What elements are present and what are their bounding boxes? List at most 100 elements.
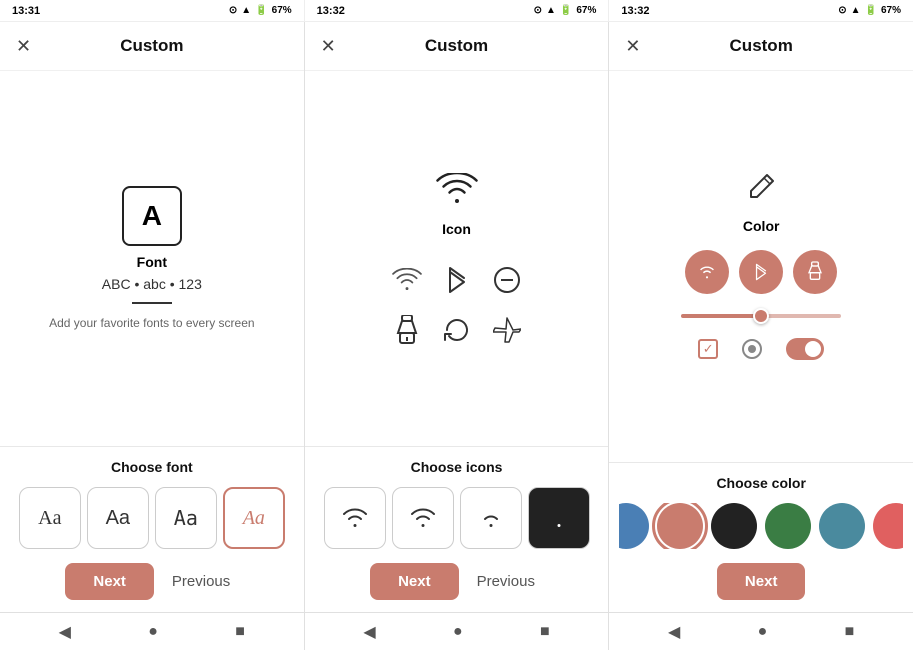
wifi-icon-3: ▲ xyxy=(851,5,861,16)
color-circle-wifi xyxy=(685,250,729,294)
color-controls-row: ✓ xyxy=(698,338,824,360)
radio-inner xyxy=(748,345,756,353)
prev-button-icon[interactable]: Previous xyxy=(469,563,543,600)
pencil-icon xyxy=(747,173,775,208)
color-section-label: Color xyxy=(743,218,780,234)
recent-button-2[interactable]: ■ xyxy=(540,623,550,641)
icon-preview-section: Icon xyxy=(392,173,522,345)
panel-font: ✕ Custom A Font ABC • abc • 123 Add your… xyxy=(0,22,305,612)
icon-option-2[interactable] xyxy=(460,487,522,549)
font-option-0[interactable]: Aa xyxy=(19,487,81,549)
next-button-icon[interactable]: Next xyxy=(370,563,459,600)
panel-font-main: A Font ABC • abc • 123 Add your favorite… xyxy=(0,71,304,446)
font-options-row: Aa Aa Aa Aa xyxy=(10,487,294,549)
grid-wifi-small xyxy=(392,265,422,295)
icon-options-row xyxy=(315,487,599,549)
close-button-font[interactable]: ✕ xyxy=(16,36,31,57)
panel-color: ✕ Custom Color xyxy=(609,22,913,612)
nav-section-1: ◀ ● ■ xyxy=(0,613,305,650)
color-option-teal[interactable] xyxy=(819,503,865,549)
checkbox-control[interactable]: ✓ xyxy=(698,339,718,359)
font-icon: A xyxy=(122,186,182,246)
battery-percent-2: 67% xyxy=(576,5,596,16)
panel-color-title: Custom xyxy=(730,36,793,56)
toggle-thumb xyxy=(805,341,821,357)
icon-grid xyxy=(392,265,522,345)
choose-font-label: Choose font xyxy=(10,459,294,475)
panel-font-title: Custom xyxy=(120,36,183,56)
back-button-2[interactable]: ◀ xyxy=(363,622,375,642)
battery-icon-1: 🔋 xyxy=(255,5,267,16)
font-sample-text: ABC • abc • 123 xyxy=(102,276,202,292)
font-icon-letter: A xyxy=(142,200,162,232)
status-bar-1: 13:31 ⊙ ▲ 🔋 67% xyxy=(0,0,305,21)
status-bar-3: 13:32 ⊙ ▲ 🔋 67% xyxy=(609,0,913,21)
color-circles-row xyxy=(685,250,837,294)
slider-track xyxy=(681,314,841,318)
panel-icon-header: ✕ Custom xyxy=(305,22,609,71)
panel-icon: ✕ Custom Icon xyxy=(305,22,610,612)
status-icons-2: ⊙ ▲ 🔋 67% xyxy=(534,5,597,16)
home-button-3[interactable]: ● xyxy=(758,623,768,641)
icon-option-3[interactable] xyxy=(528,487,590,549)
slider-thumb xyxy=(753,308,769,324)
close-button-color[interactable]: ✕ xyxy=(625,36,640,57)
font-description: Add your favorite fonts to every screen xyxy=(49,314,254,332)
battery-icon-2: 🔋 xyxy=(560,5,572,16)
icon-section-label: Icon xyxy=(442,221,471,237)
color-slider[interactable] xyxy=(681,314,841,318)
color-option-blue[interactable] xyxy=(619,503,649,549)
home-button-2[interactable]: ● xyxy=(453,623,463,641)
recent-button-1[interactable]: ■ xyxy=(235,623,245,641)
choose-icon-label: Choose icons xyxy=(315,459,599,475)
font-option-1[interactable]: Aa xyxy=(87,487,149,549)
icon-buttons-row: Next Previous xyxy=(315,563,599,600)
signal-icon-2: ⊙ xyxy=(534,5,542,16)
recent-button-3[interactable]: ■ xyxy=(845,623,855,641)
battery-icon-3: 🔋 xyxy=(865,5,877,16)
color-option-black[interactable] xyxy=(711,503,757,549)
color-buttons-row: Next xyxy=(619,563,903,600)
status-bar: 13:31 ⊙ ▲ 🔋 67% 13:32 ⊙ ▲ 🔋 67% 13:32 ⊙ … xyxy=(0,0,913,22)
color-section: Color xyxy=(625,173,897,360)
font-option-3[interactable]: Aa xyxy=(223,487,285,549)
panel-icon-main: Icon xyxy=(305,71,609,446)
battery-percent-3: 67% xyxy=(881,5,901,16)
status-bar-2: 13:32 ⊙ ▲ 🔋 67% xyxy=(305,0,610,21)
back-button-1[interactable]: ◀ xyxy=(59,622,71,642)
radio-control[interactable] xyxy=(742,339,762,359)
next-button-font[interactable]: Next xyxy=(65,563,154,600)
grid-minus-circle xyxy=(492,265,522,295)
wifi-icon-1: ▲ xyxy=(241,5,251,16)
panel-icon-bottom: Choose icons xyxy=(305,446,609,612)
font-buttons-row: Next Previous xyxy=(10,563,294,600)
grid-airplane xyxy=(492,315,522,345)
prev-button-font[interactable]: Previous xyxy=(164,563,238,600)
home-button-1[interactable]: ● xyxy=(148,623,158,641)
wifi-icon-2: ▲ xyxy=(546,5,556,16)
font-section-label: Font xyxy=(137,254,167,270)
color-option-brown[interactable] xyxy=(657,503,703,549)
color-option-green[interactable] xyxy=(765,503,811,549)
icon-option-0[interactable] xyxy=(324,487,386,549)
signal-icon-1: ⊙ xyxy=(229,5,237,16)
time-1: 13:31 xyxy=(12,5,40,17)
next-button-color[interactable]: Next xyxy=(717,563,806,600)
nav-section-2: ◀ ● ■ xyxy=(305,613,610,650)
time-3: 13:32 xyxy=(621,5,649,17)
color-circle-bluetooth xyxy=(739,250,783,294)
panel-icon-title: Custom xyxy=(425,36,488,56)
status-icons-1: ⊙ ▲ 🔋 67% xyxy=(229,5,292,16)
nav-section-3: ◀ ● ■ xyxy=(609,613,913,650)
toggle-control[interactable] xyxy=(786,338,824,360)
font-option-2[interactable]: Aa xyxy=(155,487,217,549)
panels-container: ✕ Custom A Font ABC • abc • 123 Add your… xyxy=(0,22,913,612)
signal-icon-3: ⊙ xyxy=(838,5,846,16)
color-option-red[interactable] xyxy=(873,503,903,549)
icon-option-1[interactable] xyxy=(392,487,454,549)
choose-color-label: Choose color xyxy=(619,475,903,491)
grid-flashlight xyxy=(392,315,422,345)
close-button-icon[interactable]: ✕ xyxy=(321,36,336,57)
color-options-row xyxy=(619,503,903,549)
back-button-3[interactable]: ◀ xyxy=(668,622,680,642)
